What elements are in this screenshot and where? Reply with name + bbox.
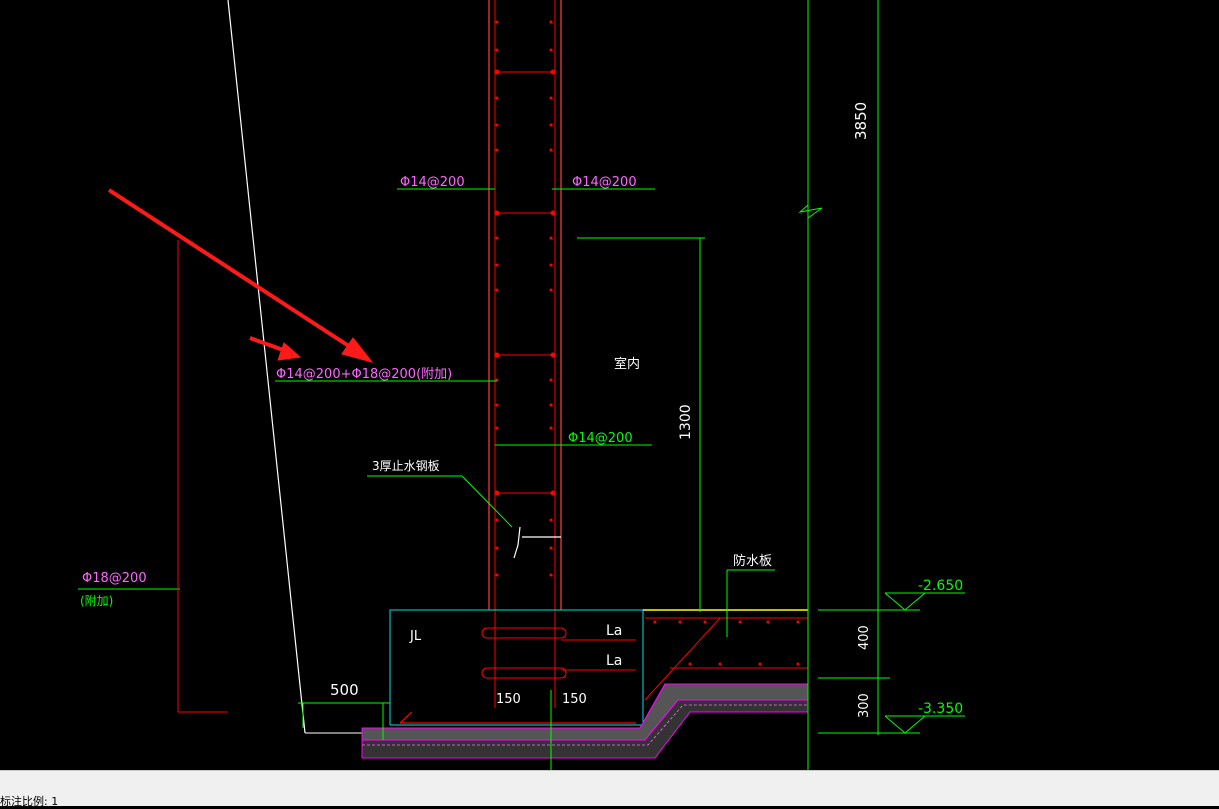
label-waterproof-slab: 防水板 [733,553,772,569]
label-rebar-additional: Φ18@200 [82,571,147,586]
label-dim-1300: 1300 [678,404,694,440]
label-dim-300: 300 [857,693,872,718]
label-anchor-2: La [606,653,622,669]
label-dim-400: 400 [857,625,872,650]
label-rebar-left-main: Φ14@200+Φ18@200(附加) [276,367,452,382]
label-rebar-right-lower: Φ14@200 [568,431,633,446]
label-elev-top: -2.650 [918,578,963,594]
label-anchor-1: La [606,623,622,639]
label-dim-total: 3850 [852,102,870,140]
label-elev-bottom: -3.350 [918,701,963,717]
label-rebar-left-upper: Φ14@200 [400,175,465,190]
label-beam: JL [409,629,422,644]
label-rebar-additional-note: (附加) [80,594,113,608]
label-rebar-right-upper: Φ14@200 [572,175,637,190]
status-bar: 标注比例: 1 [0,770,1219,808]
label-width-right: 150 [562,692,587,707]
label-waterstop: 3厚止水钢板 [372,459,440,473]
label-width-left: 150 [496,692,521,707]
label-offset: 500 [330,681,359,699]
status-bar-text: 标注比例: 1 [0,795,59,808]
cad-drawing-canvas[interactable]: Φ14@200 Φ14@200 Φ14@200+Φ18@200(附加) Φ14@… [0,0,1219,770]
label-indoor: 室内 [614,356,640,372]
